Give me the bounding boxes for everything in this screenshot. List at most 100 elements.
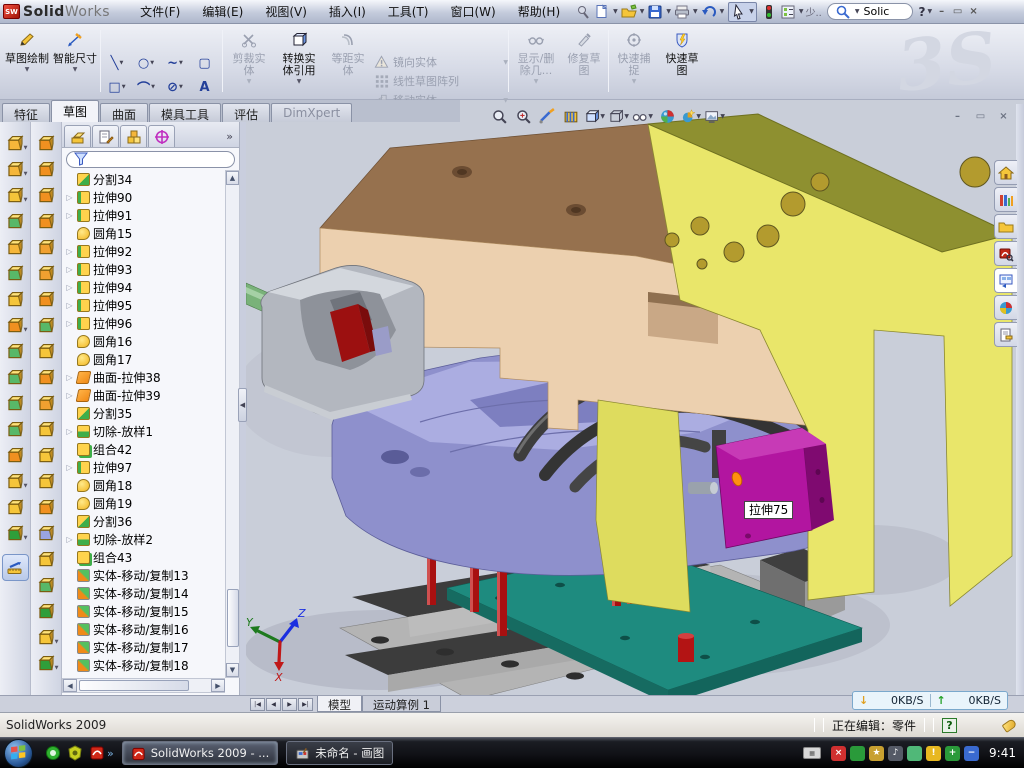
tree-item[interactable]: 分割36 bbox=[65, 512, 225, 530]
sketch-button[interactable]: 草图绘制▼ bbox=[4, 27, 50, 97]
tree-item[interactable]: 圆角18 bbox=[65, 476, 225, 494]
tab-scroll-button[interactable]: ▶ bbox=[282, 698, 297, 711]
tree-horizontal-scrollbar[interactable]: ◀ ▶ bbox=[62, 678, 225, 693]
dropdown-arrow-icon[interactable]: ▼ bbox=[720, 8, 725, 15]
expand-arrow-icon[interactable]: ▷ bbox=[65, 301, 74, 310]
tray-icon-7[interactable]: − bbox=[964, 746, 979, 761]
split-line-icon[interactable] bbox=[36, 444, 57, 465]
taskbar-button[interactable]: 未命名 - 画图 bbox=[286, 741, 393, 765]
ribbon-list-item[interactable]: 线性草图阵列 bbox=[374, 73, 508, 89]
appearances-scenes-tab[interactable] bbox=[994, 295, 1017, 320]
tree-item[interactable]: ▷拉伸93 bbox=[65, 260, 225, 278]
tree-vertical-scrollbar[interactable]: ▲ ▼ bbox=[225, 170, 240, 678]
tree-item[interactable]: ▷拉伸94 bbox=[65, 278, 225, 296]
menu-文件(F)[interactable]: 文件(F) bbox=[140, 3, 180, 20]
tree-item[interactable]: ▷拉伸90 bbox=[65, 188, 225, 206]
tree-item[interactable]: ▷曲面-拉伸38 bbox=[65, 368, 225, 386]
sketch-entity-icon-4[interactable]: □▼ bbox=[103, 75, 132, 99]
quick-snaps-button[interactable]: 快速捕 捉▼ bbox=[612, 27, 656, 97]
tab-scroll-button[interactable]: ◀ bbox=[266, 698, 281, 711]
boss-icon[interactable] bbox=[36, 600, 57, 621]
quick-tips-icon[interactable]: ? bbox=[942, 718, 957, 733]
untrim-surface-icon[interactable] bbox=[36, 392, 57, 413]
dropdown-arrow-icon[interactable]: ▼ bbox=[613, 8, 618, 15]
tray-icon-2[interactable]: ★ bbox=[869, 746, 884, 761]
boundary-boss-icon[interactable] bbox=[5, 236, 26, 257]
replace-face-icon[interactable] bbox=[36, 522, 57, 543]
apply-scene-icon[interactable]: ▼ bbox=[680, 106, 702, 126]
tree-item[interactable]: ▷拉伸97 bbox=[65, 458, 225, 476]
tree-tabs-chevron[interactable]: » bbox=[226, 130, 237, 147]
ribbon-list-item[interactable]: 镜向实体▼ bbox=[374, 54, 508, 70]
tree-item[interactable]: ▷拉伸91 bbox=[65, 206, 225, 224]
quick-launch-chevron[interactable]: » bbox=[107, 747, 114, 760]
display-style-icon[interactable]: ▼ bbox=[608, 106, 630, 126]
tree-item[interactable]: 实体-移动/复制13 bbox=[65, 566, 225, 584]
tree-item[interactable]: 分割34 bbox=[65, 170, 225, 188]
solidworks-resources-tab[interactable] bbox=[994, 160, 1017, 185]
tree-hscroll-thumb[interactable] bbox=[79, 680, 189, 691]
menu-编辑(E)[interactable]: 编辑(E) bbox=[202, 3, 243, 20]
sketch-entity-icon-1[interactable]: ○▼ bbox=[132, 51, 161, 75]
tree-item[interactable]: ▷拉伸96 bbox=[65, 314, 225, 332]
save-icon[interactable] bbox=[646, 3, 664, 21]
lofted-surface-icon[interactable] bbox=[36, 210, 57, 231]
tree-item[interactable]: 实体-移动/复制16 bbox=[65, 620, 225, 638]
zoom-to-fit-icon[interactable] bbox=[488, 106, 510, 126]
hide-show-items-icon[interactable]: ▼ bbox=[632, 106, 654, 126]
view-settings-icon[interactable]: ▼ bbox=[704, 106, 726, 126]
dimxpertmanager-tab[interactable] bbox=[148, 125, 175, 147]
dropdown-arrow-icon[interactable]: ▼ bbox=[666, 8, 671, 15]
extruded-cut-icon[interactable] bbox=[5, 262, 26, 283]
extruded-boss-icon[interactable]: ▼ bbox=[5, 132, 26, 153]
keyboard-layout-icon[interactable]: ▦ bbox=[803, 747, 821, 759]
options-list-icon[interactable] bbox=[779, 3, 797, 21]
display-delete-relations-button[interactable]: 显示/删 除几...▼ bbox=[512, 27, 560, 97]
sketch-entity-icon-5[interactable]: ⌒▼ bbox=[132, 75, 161, 99]
sketch-entity-icon-0[interactable]: ╲▼ bbox=[103, 51, 132, 75]
smart-dimension-button[interactable]: 智能尺寸▼ bbox=[52, 27, 98, 97]
tree-item[interactable]: 实体-移动/复制15 bbox=[65, 602, 225, 620]
new-document-icon[interactable] bbox=[593, 3, 611, 21]
tray-icon-1[interactable] bbox=[850, 746, 865, 761]
tray-icon-5[interactable]: ! bbox=[926, 746, 941, 761]
expand-arrow-icon[interactable]: ▷ bbox=[65, 193, 74, 202]
lofted-cut-icon[interactable] bbox=[5, 366, 26, 387]
solidworks-icon[interactable] bbox=[89, 745, 105, 761]
expand-arrow-icon[interactable]: ▷ bbox=[65, 247, 74, 256]
tab-scroll-button[interactable]: |◀ bbox=[250, 698, 265, 711]
lofted-boss-icon[interactable] bbox=[5, 210, 26, 231]
swept-cut-icon[interactable] bbox=[5, 340, 26, 361]
dropdown-arrow-icon[interactable]: ▼ bbox=[640, 8, 645, 15]
tree-item[interactable]: 圆角17 bbox=[65, 350, 225, 368]
swept-boss-icon[interactable]: ▼ bbox=[5, 184, 26, 205]
offset-entities-button[interactable]: 等距实 体 bbox=[326, 27, 370, 97]
extend-surface-icon[interactable] bbox=[36, 314, 57, 335]
menu-视图(V)[interactable]: 视图(V) bbox=[265, 3, 307, 20]
tree-item[interactable]: 实体-移动/复制14 bbox=[65, 584, 225, 602]
propertymanager-tab[interactable] bbox=[92, 125, 119, 147]
mirror-icon[interactable] bbox=[5, 418, 26, 439]
print-icon[interactable] bbox=[673, 3, 691, 21]
section-view-icon[interactable] bbox=[560, 106, 582, 126]
sketch-entity-icon-2[interactable]: ~▼ bbox=[161, 51, 190, 75]
tree-item[interactable]: ▷拉伸92 bbox=[65, 242, 225, 260]
tray-icon-6[interactable]: + bbox=[945, 746, 960, 761]
tree-item[interactable]: 组合43 bbox=[65, 548, 225, 566]
delete-face-icon[interactable] bbox=[36, 496, 57, 517]
menu-插入(I)[interactable]: 插入(I) bbox=[329, 3, 366, 20]
tree-item[interactable]: 实体-移动/复制17 bbox=[65, 638, 225, 656]
curve-icon[interactable]: ▼ bbox=[36, 652, 57, 673]
convert-entities-button[interactable]: 转换实 体引用▼ bbox=[274, 27, 324, 97]
expand-arrow-icon[interactable]: ▷ bbox=[65, 319, 74, 328]
previous-view-icon[interactable] bbox=[536, 106, 558, 126]
doc-minimize-button[interactable]: – bbox=[950, 109, 965, 123]
search-box[interactable]: ▼ bbox=[827, 3, 914, 20]
graphics-viewport[interactable]: Y Z X bbox=[246, 104, 1020, 695]
repair-sketch-button[interactable]: 修复草 图 bbox=[562, 27, 606, 97]
tree-item[interactable]: 圆角15 bbox=[65, 224, 225, 242]
tree-item[interactable]: ▷切除-放样2 bbox=[65, 530, 225, 548]
thicken-icon[interactable] bbox=[36, 418, 57, 439]
design-library-tab[interactable] bbox=[994, 187, 1017, 212]
sketch-entity-icon-7[interactable]: A bbox=[190, 75, 219, 99]
